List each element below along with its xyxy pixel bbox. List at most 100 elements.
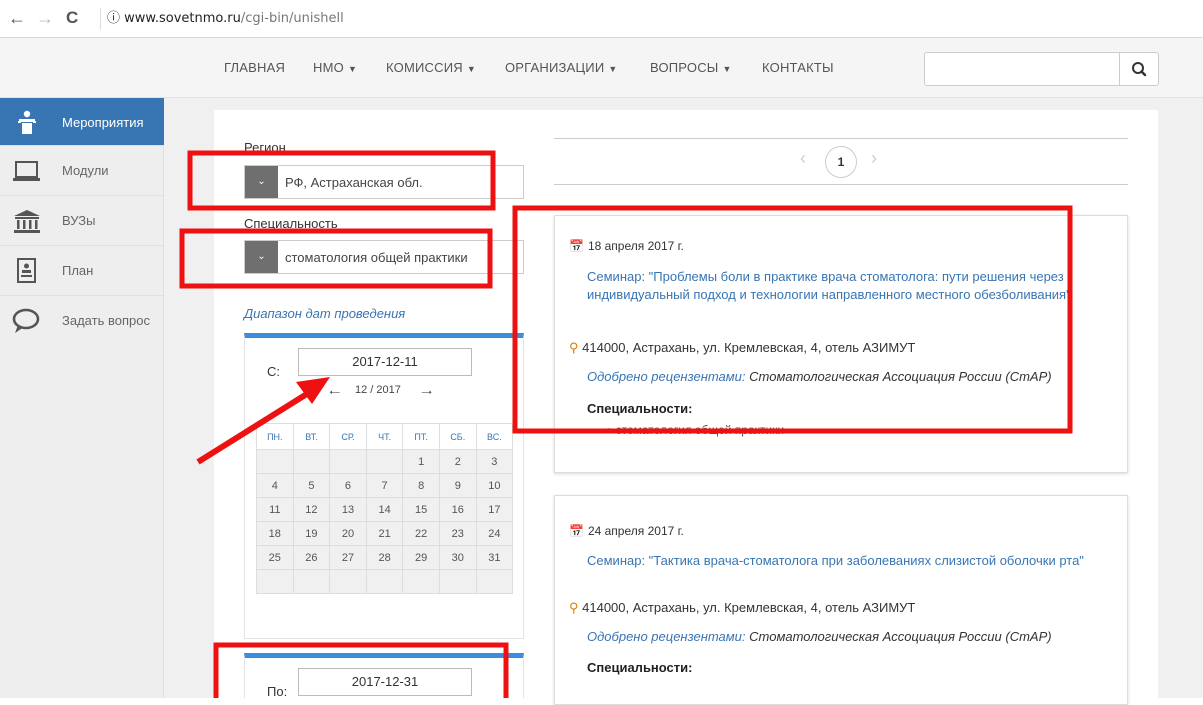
calendar-day[interactable]: 29 (402, 545, 440, 570)
date-to-input[interactable]: 2017-12-31 (298, 668, 472, 696)
nav-item-contacts[interactable]: КОНТАКТЫ (762, 60, 834, 75)
event-specialty-item: ● стоматология общей практики (605, 423, 785, 437)
calendar-day[interactable]: 7 (365, 473, 404, 498)
site-info-icon[interactable]: ⓘ (107, 11, 120, 26)
map-pin-icon: ⚲ (569, 340, 583, 355)
calendar-day[interactable]: 24 (475, 521, 514, 546)
calendar-empty-cell (365, 449, 404, 474)
search-button[interactable] (1119, 52, 1159, 86)
calendar-day[interactable]: 19 (292, 521, 331, 546)
calendar-icon: 📅 (569, 524, 584, 538)
region-select[interactable]: ⌄ РФ, Астраханская обл. (244, 165, 524, 199)
podium-icon (18, 110, 36, 134)
event-approved: Одобрено рецензентами: Стоматологическая… (587, 629, 1052, 644)
nav-item-commission[interactable]: КОМИССИЯ ▼ (386, 60, 476, 75)
pager-prev-icon[interactable]: ‹ (800, 148, 806, 169)
sidebar-item-label: Задать вопрос (62, 313, 150, 328)
map-pin-icon: ⚲ (569, 600, 583, 615)
calendar-day[interactable]: 6 (329, 473, 367, 498)
event-card: 📅 24 апреля 2017 г. Семинар: "Тактика вра… (554, 495, 1128, 705)
event-specialties-header: Специальности: (587, 401, 693, 416)
event-title-link[interactable]: Семинар: "Тактика врача-стоматолога при … (587, 552, 1122, 570)
calendar-day[interactable]: 18 (256, 521, 294, 546)
calendar-day[interactable]: 30 (438, 545, 477, 570)
calendar-day[interactable]: 23 (438, 521, 477, 546)
divider (554, 138, 1128, 139)
calendar-day[interactable]: 4 (256, 473, 294, 498)
calendar-day[interactable]: 2 (438, 449, 477, 474)
divider (244, 638, 524, 639)
calendar-week-row (256, 569, 514, 594)
date-from-input[interactable]: 2017-12-11 (298, 348, 472, 376)
event-card: 📅 18 апреля 2017 г. Семинар: "Проблемы бо… (554, 215, 1128, 473)
event-address: ⚲ 414000, Астрахань, ул. Кремлевская, 4,… (569, 340, 916, 355)
prev-month-icon[interactable]: 🠀 (329, 382, 340, 406)
nav-item-nmo[interactable]: НМО ▼ (313, 60, 357, 75)
calendar-day[interactable]: 12 (292, 497, 331, 522)
calendar-day[interactable]: 10 (475, 473, 514, 498)
weekday-header: пн. (256, 423, 294, 450)
event-title-link[interactable]: Семинар: "Проблемы боли в практике врача… (587, 268, 1122, 304)
calendar-day[interactable]: 28 (365, 545, 404, 570)
sidebar-item-modules[interactable]: Модули (0, 146, 164, 196)
event-specialties-header: Специальности: (587, 660, 693, 675)
calendar-day[interactable]: 3 (475, 449, 514, 474)
next-month-icon[interactable]: 🠂 (421, 382, 432, 406)
calendar-day[interactable]: 1 (402, 449, 440, 474)
calendar-day[interactable]: 25 (256, 545, 294, 570)
calendar-day[interactable]: 9 (438, 473, 477, 498)
calendar-icon: 📅 (569, 239, 584, 253)
specialty-select[interactable]: ⌄ стоматология общей практики (244, 240, 524, 274)
laptop-icon (13, 161, 40, 181)
calendar-day[interactable]: 11 (256, 497, 294, 522)
pager-next-icon[interactable]: › (871, 148, 877, 169)
specialty-select-value: стоматология общей практики (285, 250, 468, 265)
calendar-day[interactable]: 16 (438, 497, 477, 522)
reload-icon[interactable]: C (66, 6, 78, 30)
search-input[interactable] (924, 52, 1120, 86)
event-date: 📅 24 апреля 2017 г. (569, 524, 684, 538)
calendar-week-row: 18 19 20 21 22 23 24 (256, 521, 514, 546)
nav-item-home[interactable]: ГЛАВНАЯ (224, 60, 285, 75)
calendar-day[interactable]: 21 (365, 521, 404, 546)
calendar-day[interactable]: 22 (402, 521, 440, 546)
calendar-day[interactable]: 31 (475, 545, 514, 570)
calendar-day[interactable]: 8 (402, 473, 440, 498)
weekday-header: вт. (292, 423, 331, 450)
sidebar-item-label: Модули (62, 163, 109, 178)
region-select-value: РФ, Астраханская обл. (285, 175, 423, 190)
calendar-day[interactable]: 13 (329, 497, 367, 522)
sidebar-item-ask-question[interactable]: Задать вопрос (0, 296, 164, 346)
calendar-empty-cell (256, 449, 294, 474)
back-arrow-icon[interactable]: ← (8, 6, 26, 30)
calendar-empty-cell (292, 569, 331, 594)
calendar-empty-cell (365, 569, 404, 594)
browser-toolbar: ← → C ⓘ www.sovetnmo.ru/cgi-bin/unishell (0, 0, 1203, 38)
nav-item-organizations[interactable]: ОРГАНИЗАЦИИ ▼ (505, 60, 618, 75)
calendar-empty-cell (329, 569, 367, 594)
calendar-day[interactable]: 20 (329, 521, 367, 546)
event-address: ⚲ 414000, Астрахань, ул. Кремлевская, 4,… (569, 600, 916, 615)
chat-icon (12, 308, 40, 333)
sidebar-item-universities[interactable]: ВУЗы (0, 196, 164, 246)
top-navigation: ГЛАВНАЯ НМО ▼ КОМИССИЯ ▼ ОРГАНИЗАЦИИ ▼ ВОПР… (0, 38, 1203, 98)
calendar-day[interactable]: 17 (475, 497, 514, 522)
address-bar[interactable]: ⓘ www.sovetnmo.ru/cgi-bin/unishell (100, 8, 460, 30)
calendar-day[interactable]: 27 (329, 545, 367, 570)
pager-page-button[interactable]: 1 (825, 146, 857, 178)
sidebar: Мероприятия Модули ВУЗы План Задать вопр… (0, 98, 164, 698)
calendar-day[interactable]: 26 (292, 545, 331, 570)
specialty-label: Специальность (244, 216, 338, 231)
sidebar-item-events[interactable]: Мероприятия (0, 98, 164, 146)
calendar-day[interactable]: 14 (365, 497, 404, 522)
chevron-down-icon: ▼ (466, 64, 476, 74)
calendar-day[interactable]: 15 (402, 497, 440, 522)
calendar-week-row: 4 5 6 7 8 9 10 (256, 473, 514, 498)
calendar-empty-cell (475, 569, 514, 594)
calendar-day[interactable]: 5 (292, 473, 331, 498)
region-label: Регион (244, 140, 286, 155)
sidebar-item-plan[interactable]: План (0, 246, 164, 296)
nav-item-questions[interactable]: ВОПРОСЫ ▼ (650, 60, 732, 75)
calendar-empty-cell (329, 449, 367, 474)
forward-arrow-icon[interactable]: → (36, 6, 54, 30)
